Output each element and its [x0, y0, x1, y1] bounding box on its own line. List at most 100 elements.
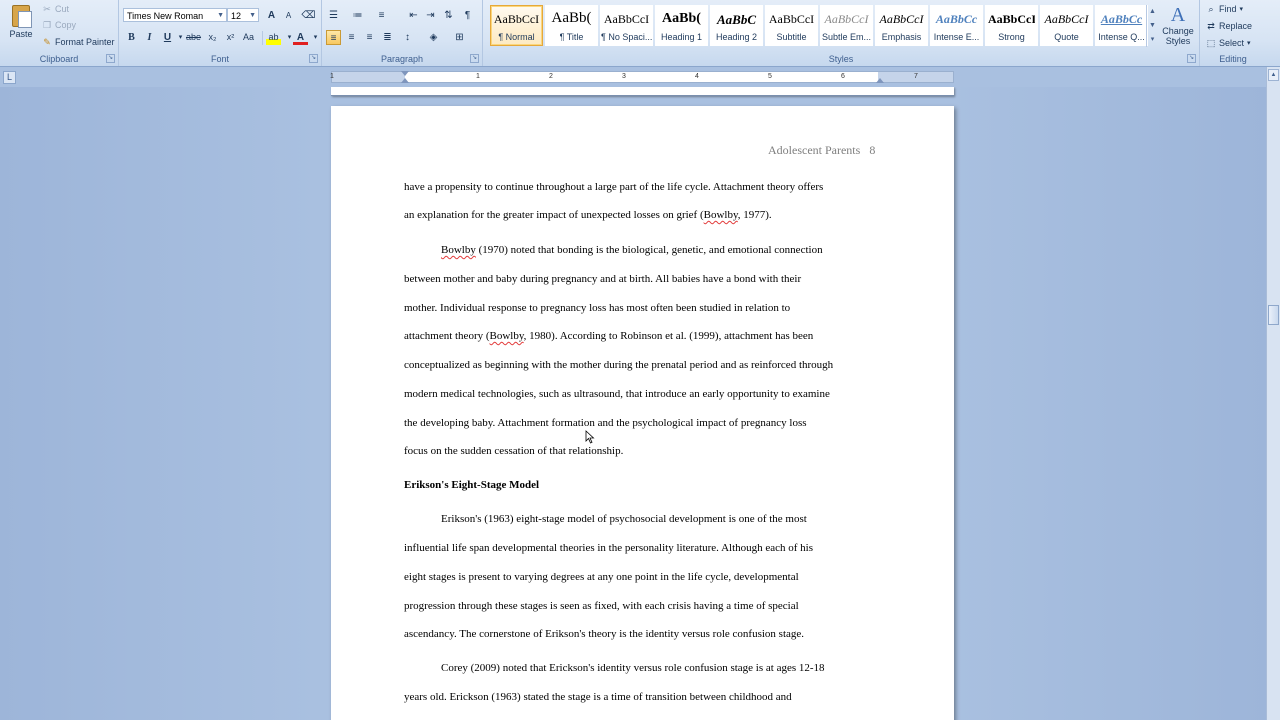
- align-left-icon: ≡: [330, 33, 337, 44]
- grow-font-icon: A: [267, 10, 276, 21]
- paste-button[interactable]: Paste: [4, 3, 38, 47]
- style-name: Heading 2: [715, 32, 758, 42]
- scissors-icon: ✂: [43, 4, 51, 14]
- paragraph-group: ☰ ≔ ≡ ⇤ ⇥ ⇅ ¶ ≡ ≡ ≡ ≣ ↕ ◈ ⊞ Paragraph ↘: [322, 0, 483, 66]
- decrease-indent-button[interactable]: ⇤: [406, 8, 421, 23]
- vertical-scrollbar[interactable]: ▲: [1266, 67, 1280, 720]
- bold-button[interactable]: B: [124, 30, 139, 45]
- clipboard-launcher-icon[interactable]: ↘: [106, 54, 115, 63]
- mouse-pointer-icon: [585, 430, 595, 444]
- styles-gallery-scroll[interactable]: ▲ ▼ ▾: [1146, 5, 1158, 47]
- ruler-number: 6: [841, 73, 845, 80]
- spelling-error[interactable]: Bowlby: [704, 209, 738, 221]
- font-group: Times New Roman ▼ 12 ▼ A A ⌫ B I U ▾ abe…: [119, 0, 322, 66]
- align-right-button[interactable]: ≡: [362, 30, 377, 45]
- style-title[interactable]: AaBb( ¶ Title: [545, 5, 598, 46]
- scrollbar-thumb[interactable]: [1268, 305, 1279, 325]
- text-line: Erikson's (1963) eight-stage model of ps…: [441, 513, 807, 525]
- document-page[interactable]: Adolescent Parents 8 have a propensity t…: [331, 106, 954, 720]
- change-case-button[interactable]: Aa: [241, 30, 256, 45]
- font-launcher-icon[interactable]: ↘: [309, 54, 318, 63]
- tab-selector-icon[interactable]: L: [3, 71, 16, 84]
- copy-button[interactable]: ❐ Copy: [42, 20, 76, 30]
- font-color-dropdown[interactable]: ▾: [308, 30, 323, 45]
- text-span: , 1977).: [737, 209, 772, 221]
- subscript-button[interactable]: x₂: [205, 30, 220, 45]
- bullets-button[interactable]: ☰: [326, 8, 341, 23]
- highlight-button[interactable]: ab: [266, 30, 281, 45]
- bullets-icon: ☰: [329, 10, 338, 21]
- select-icon: ⬚: [1206, 38, 1216, 48]
- justify-button[interactable]: ≣: [380, 30, 395, 45]
- right-indent-marker[interactable]: [876, 78, 884, 83]
- font-size-combo[interactable]: 12 ▼: [227, 8, 259, 22]
- style-emphasis[interactable]: AaBbCcI Emphasis: [875, 5, 928, 46]
- spelling-error[interactable]: Bowlby: [441, 244, 476, 256]
- clear-formatting-icon: ⌫: [301, 10, 316, 21]
- replace-button[interactable]: ⇄ Replace: [1206, 21, 1252, 31]
- horizontal-ruler[interactable]: 1 1 2 3 4 5 6 7: [330, 71, 954, 83]
- shading-button[interactable]: ◈: [426, 30, 441, 45]
- hanging-indent-marker[interactable]: [401, 78, 409, 83]
- chevron-down-icon: ▾: [287, 34, 292, 41]
- shrink-font-button[interactable]: A: [281, 8, 296, 23]
- style-no-spacing[interactable]: AaBbCcI ¶ No Spaci...: [600, 5, 653, 46]
- style-normal[interactable]: AaBbCcI ¶ Normal: [490, 5, 543, 46]
- text-line: Bowlby (1970) noted that bonding is the …: [441, 244, 823, 256]
- style-heading-2[interactable]: AaBbC Heading 2: [710, 5, 763, 46]
- style-preview: AaBbCc: [935, 12, 978, 26]
- align-center-button[interactable]: ≡: [344, 30, 359, 45]
- font-name-combo[interactable]: Times New Roman ▼: [123, 8, 227, 22]
- multilevel-list-button[interactable]: ≡: [374, 8, 389, 23]
- more-icon[interactable]: ▾: [1147, 33, 1158, 47]
- increase-indent-icon: ⇥: [426, 10, 435, 21]
- scroll-up-icon[interactable]: ▲: [1268, 69, 1279, 81]
- line-spacing-button[interactable]: ↕: [400, 30, 415, 45]
- style-strong[interactable]: AaBbCcI Strong: [985, 5, 1038, 46]
- style-subtitle[interactable]: AaBbCcI Subtitle: [765, 5, 818, 46]
- line-spacing-icon: ↕: [405, 32, 410, 43]
- document-area: Adolescent Parents 8 have a propensity t…: [0, 87, 1266, 720]
- format-painter-button[interactable]: ✎ Format Painter: [42, 37, 114, 47]
- align-left-button[interactable]: ≡: [326, 30, 341, 45]
- increase-indent-button[interactable]: ⇥: [423, 8, 438, 23]
- binoculars-icon: ⌕: [1208, 4, 1214, 14]
- italic-button[interactable]: I: [142, 30, 157, 45]
- style-heading-1[interactable]: AaBb( Heading 1: [655, 5, 708, 46]
- replace-icon: ⇄: [1207, 21, 1215, 31]
- style-quote[interactable]: AaBbCcI Quote: [1040, 5, 1093, 46]
- text-line: Corey (2009) noted that Erickson's ident…: [441, 662, 825, 674]
- text-line: attachment theory (Bowlby, 1980). Accord…: [404, 330, 813, 342]
- sort-button[interactable]: ⇅: [441, 8, 456, 23]
- paragraph-launcher-icon[interactable]: ↘: [470, 54, 479, 63]
- strikethrough-button[interactable]: abe: [186, 30, 201, 45]
- borders-button[interactable]: ⊞: [452, 30, 467, 45]
- numbering-button[interactable]: ≔: [350, 8, 365, 23]
- change-styles-button[interactable]: A Change Styles: [1160, 4, 1196, 50]
- first-line-indent-marker[interactable]: [401, 71, 409, 76]
- clipboard-group-label: Clipboard: [39, 54, 79, 64]
- find-button[interactable]: ⌕ Find ▾: [1206, 4, 1243, 14]
- style-subtle-emphasis[interactable]: AaBbCcI Subtle Em...: [820, 5, 873, 46]
- spelling-error[interactable]: Bowlby: [490, 330, 524, 342]
- grow-font-button[interactable]: A: [264, 8, 279, 23]
- styles-launcher-icon[interactable]: ↘: [1187, 54, 1196, 63]
- superscript-button[interactable]: x²: [223, 30, 238, 45]
- font-color-button[interactable]: A: [293, 30, 308, 45]
- clear-formatting-button[interactable]: ⌫: [301, 8, 316, 23]
- text-line: mother. Individual response to pregnancy…: [404, 302, 791, 314]
- superscript-icon: x²: [226, 32, 235, 42]
- style-intense-emphasis[interactable]: AaBbCc Intense E...: [930, 5, 983, 46]
- chevron-up-icon[interactable]: ▲: [1147, 5, 1158, 19]
- chevron-down-icon[interactable]: ▼: [1147, 19, 1158, 33]
- cut-button[interactable]: ✂ Cut: [42, 4, 69, 14]
- style-name: ¶ No Spaci...: [601, 32, 652, 42]
- font-size-value: 12: [231, 11, 242, 21]
- style-intense-quote[interactable]: AaBbCc Intense Q...: [1095, 5, 1148, 46]
- select-button[interactable]: ⬚ Select ▾: [1206, 38, 1251, 48]
- show-formatting-marks-button[interactable]: ¶: [460, 8, 475, 23]
- paste-label: Paste: [9, 29, 33, 39]
- ruler-number: 4: [695, 73, 699, 80]
- copy-icon: ❐: [42, 20, 52, 30]
- text-line: between mother and baby during pregnancy…: [404, 273, 802, 285]
